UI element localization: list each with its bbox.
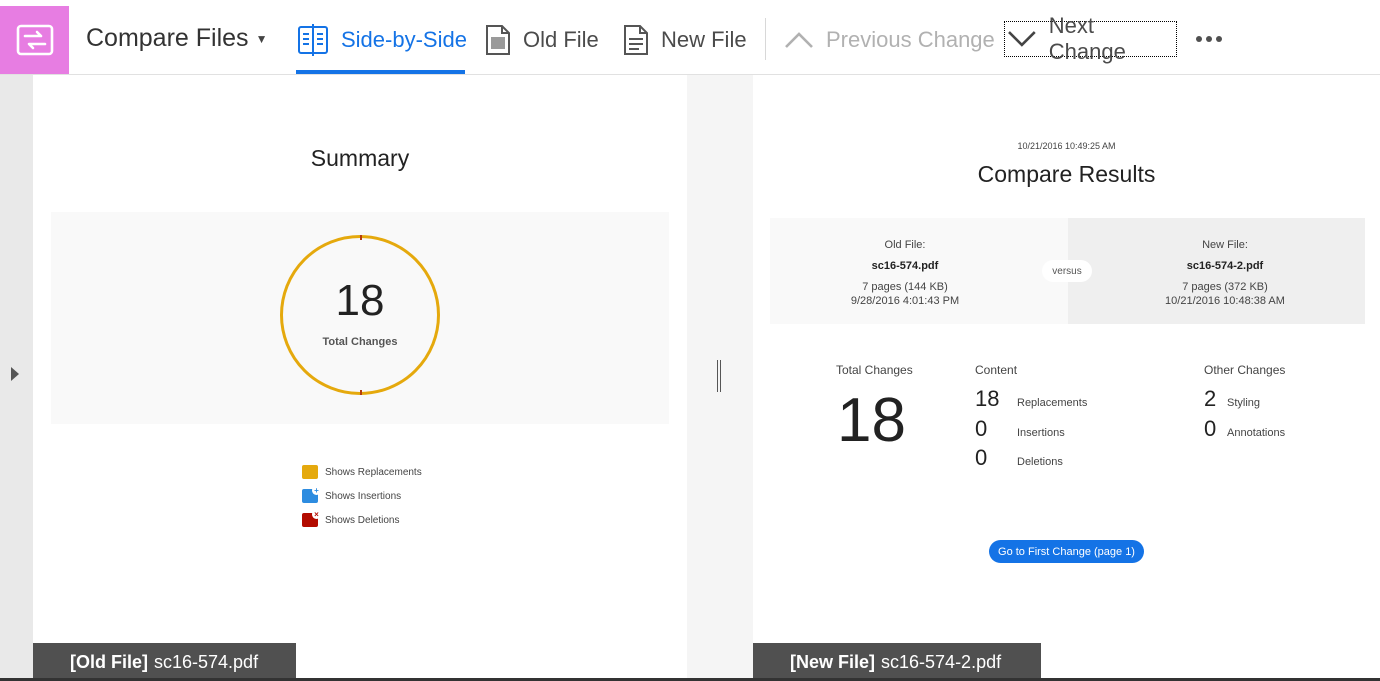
new-file-info-date: 10/21/2016 10:48:38 AM bbox=[1165, 295, 1285, 307]
go-to-first-change-button[interactable]: Go to First Change (page 1) bbox=[989, 540, 1144, 563]
replacements-label: Replacements bbox=[1017, 397, 1088, 409]
compare-files-icon bbox=[16, 24, 53, 56]
ring-tick bbox=[360, 235, 362, 240]
new-file-name: sc16-574-2.pdf bbox=[881, 651, 1002, 672]
old-file-info-pages: 7 pages (144 KB) bbox=[862, 281, 948, 293]
file-info-box: Old File: sc16-574.pdf 7 pages (144 KB) … bbox=[770, 218, 1365, 324]
toolbar-divider bbox=[765, 18, 766, 60]
previous-change-button[interactable]: Previous Change bbox=[784, 20, 995, 60]
new-file-info: New File: sc16-574-2.pdf 7 pages (372 KB… bbox=[1090, 235, 1360, 309]
document-lines-icon bbox=[624, 25, 648, 55]
summary-title: Summary bbox=[310, 145, 410, 171]
total-changes-big: 18 bbox=[837, 386, 906, 455]
caret-down-icon: ▼ bbox=[255, 31, 268, 46]
new-file-label: New File bbox=[661, 27, 747, 52]
old-file-info-name: sc16-574.pdf bbox=[871, 260, 939, 272]
old-file-pane: Summary 18 Total Changes Shows Replaceme… bbox=[33, 75, 687, 681]
document-icon bbox=[486, 25, 510, 55]
side-by-side-label: Side-by-Side bbox=[341, 27, 467, 52]
total-changes-heading: Total Changes bbox=[836, 363, 913, 377]
deletion-x-icon: × bbox=[302, 510, 321, 527]
legend-label: Shows Deletions bbox=[325, 514, 400, 526]
active-tab-indicator bbox=[296, 70, 465, 74]
results-title: Compare Results bbox=[977, 161, 1156, 187]
chevron-up-icon bbox=[785, 32, 813, 48]
next-change-button[interactable]: Next Change bbox=[1004, 13, 1177, 64]
old-file-name-bar: [Old File] sc16-574.pdf bbox=[33, 643, 296, 681]
old-file-label: Old File bbox=[523, 27, 599, 52]
pane-gutter bbox=[687, 75, 753, 681]
tool-title-text: Compare Files bbox=[86, 24, 249, 52]
results-timestamp: 10/21/2016 10:49:25 AM bbox=[1017, 141, 1116, 151]
insertions-count: 0 bbox=[975, 416, 988, 441]
new-file-info-label: New File: bbox=[1202, 239, 1248, 251]
old-file-button[interactable]: Old File bbox=[485, 20, 599, 60]
replacement-icon bbox=[302, 465, 318, 479]
legend-label: Shows Replacements bbox=[325, 466, 422, 478]
total-changes-count: 18 bbox=[335, 276, 385, 325]
insertions-label: Insertions bbox=[1017, 427, 1065, 439]
splitter-handle[interactable] bbox=[717, 360, 721, 392]
old-file-name: sc16-574.pdf bbox=[154, 651, 259, 672]
chevron-down-icon bbox=[1008, 31, 1036, 47]
other-row-annotations: 0 Annotations bbox=[1204, 416, 1285, 442]
legend-item-deletions: × Shows Deletions bbox=[302, 508, 422, 532]
expand-panel-icon[interactable] bbox=[11, 367, 19, 381]
annotations-count: 0 bbox=[1204, 416, 1217, 441]
new-file-name-bar: [New File] sc16-574-2.pdf bbox=[753, 643, 1041, 681]
legend-item-insertions: + Shows Insertions bbox=[302, 484, 422, 508]
content-heading: Content bbox=[975, 363, 1018, 377]
new-file-tag: [New File] bbox=[790, 651, 876, 672]
new-file-button[interactable]: New File bbox=[623, 20, 747, 60]
compare-files-menu[interactable]: Compare Files ▼ bbox=[86, 24, 267, 53]
annotations-label: Annotations bbox=[1227, 427, 1286, 439]
toolbar: Compare Files ▼ Side-by-Side Old File Ne… bbox=[0, 0, 1380, 75]
content-row-replacements: 18 Replacements bbox=[975, 386, 1087, 412]
other-changes-heading: Other Changes bbox=[1204, 363, 1286, 377]
legend-label: Shows Insertions bbox=[325, 490, 402, 502]
compare-tool-icon[interactable] bbox=[0, 6, 69, 74]
new-file-info-name: sc16-574-2.pdf bbox=[1186, 260, 1264, 272]
content-row-deletions: 0 Deletions bbox=[975, 445, 1063, 471]
deletions-count: 0 bbox=[975, 445, 988, 470]
styling-count: 2 bbox=[1204, 386, 1217, 411]
legend: Shows Replacements + Shows Insertions × … bbox=[302, 460, 422, 532]
old-file-info-label: Old File: bbox=[884, 239, 926, 251]
side-by-side-icon bbox=[298, 24, 328, 56]
left-rail bbox=[0, 75, 33, 681]
new-file-info-pages: 7 pages (372 KB) bbox=[1182, 281, 1268, 293]
old-file-tag: [Old File] bbox=[70, 651, 148, 672]
summary-box: 18 Total Changes bbox=[51, 212, 669, 424]
replacements-count: 18 bbox=[975, 386, 1000, 411]
new-file-pane: 10/21/2016 10:49:25 AM Compare Results O… bbox=[753, 75, 1380, 681]
legend-item-replacements: Shows Replacements bbox=[302, 460, 422, 484]
deletions-label: Deletions bbox=[1017, 456, 1063, 468]
total-changes-label: Total Changes bbox=[322, 336, 398, 348]
ring-tick bbox=[360, 390, 362, 395]
old-file-info-date: 9/28/2016 4:01:43 PM bbox=[850, 295, 960, 307]
total-changes-ring: 18 Total Changes bbox=[280, 235, 440, 395]
previous-change-label: Previous Change bbox=[826, 27, 995, 52]
insertion-plus-icon: + bbox=[302, 486, 321, 503]
more-options-icon[interactable] bbox=[1196, 36, 1222, 42]
content-row-insertions: 0 Insertions bbox=[975, 416, 1065, 442]
other-row-styling: 2 Styling bbox=[1204, 386, 1260, 412]
tab-side-by-side[interactable]: Side-by-Side bbox=[297, 20, 467, 60]
versus-badge: versus bbox=[1042, 260, 1092, 282]
old-file-info: Old File: sc16-574.pdf 7 pages (144 KB) … bbox=[770, 235, 1040, 309]
styling-label: Styling bbox=[1227, 397, 1261, 409]
next-change-label: Next Change bbox=[1048, 13, 1126, 64]
